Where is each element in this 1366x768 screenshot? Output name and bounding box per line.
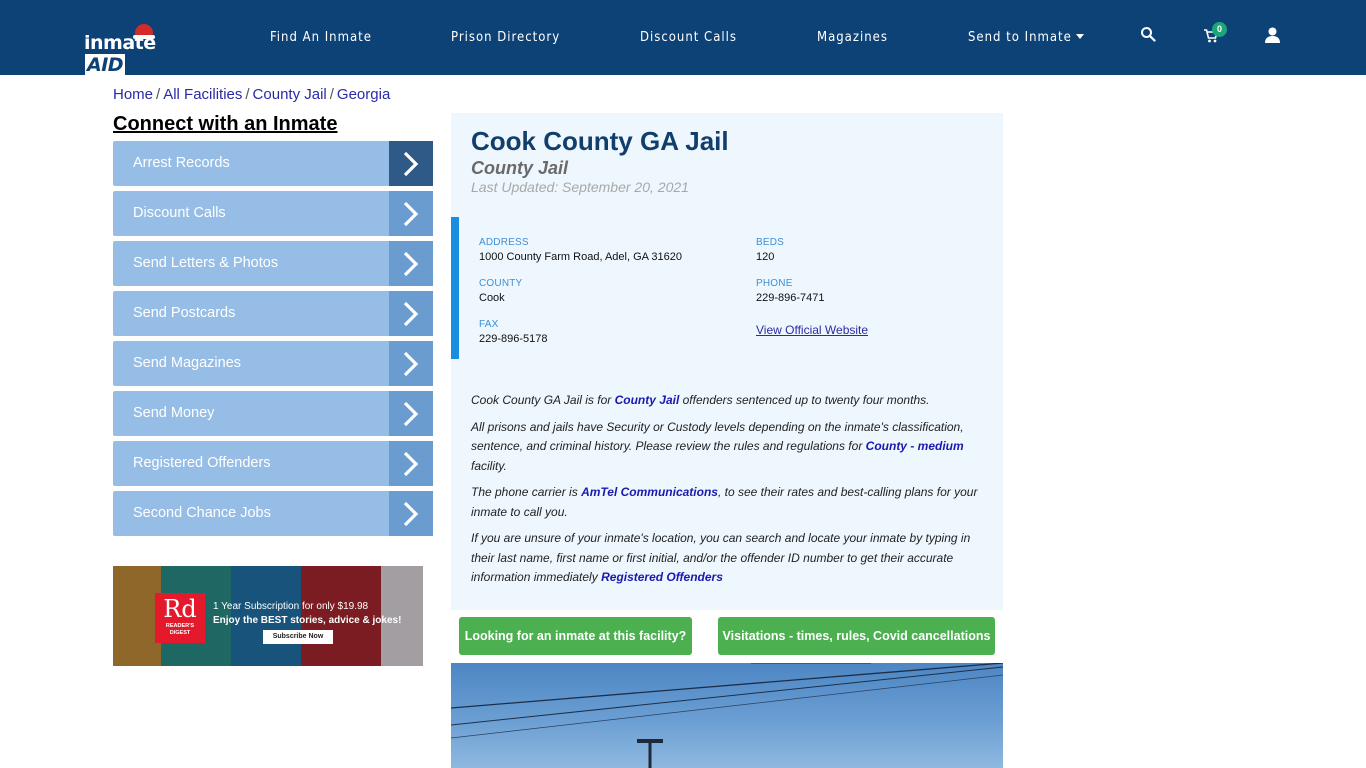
facility-description: Cook County GA Jail is for County Jail o… [471,391,981,595]
nav-discount-calls[interactable]: Discount Calls [640,30,737,45]
security-level-link[interactable]: County - medium [866,439,964,453]
readers-digest-ad[interactable]: Rd READER'S DIGEST 1 Year Subscription f… [113,566,423,666]
website-field: View Official Website [756,321,868,339]
view-official-website-link[interactable]: View Official Website [756,323,868,337]
fax-field: FAX 229-896-5178 [479,319,548,345]
facility-photo [451,663,1003,768]
sidebar-item-label: Second Chance Jobs [133,505,271,521]
phone-carrier-link[interactable]: AmTel Communications [581,485,718,499]
sidebar-item-send-magazines[interactable]: Send Magazines [113,341,433,386]
nav-send-to-inmate[interactable]: Send to Inmate [968,30,1084,45]
breadcrumb: Home / All Facilities / County Jail / Georgia [113,86,390,103]
info-accent-bar [451,217,459,359]
beds-field: BEDS 120 [756,237,784,263]
address-value: 1000 County Farm Road, Adel, GA 31620 [479,251,683,263]
readers-digest-logo: Rd READER'S DIGEST [155,593,205,643]
sidebar-item-label: Send Magazines [133,355,242,371]
sidebar-item-registered-offenders[interactable]: Registered Offenders [113,441,433,486]
text: facility. [471,458,507,473]
description-paragraph: The phone carrier is AmTel Communication… [471,483,981,522]
search-icon[interactable] [1140,26,1160,46]
chevron-right-icon [389,491,433,536]
nav-send-to-inmate-label: Send to Inmate [968,30,1072,45]
chevron-right-icon [389,441,433,486]
sidebar-item-label: Registered Offenders [133,455,271,471]
last-updated: Last Updated: September 20, 2021 [471,179,689,195]
chevron-right-icon [389,391,433,436]
sidebar-item-label: Discount Calls [133,205,226,221]
facility-card: Cook County GA Jail County Jail Last Upd… [451,113,1003,610]
phone-value: 229-896-7471 [756,292,825,304]
logo-brand-name: READER'S DIGEST [165,623,195,636]
breadcrumb-separator: / [245,86,250,103]
sidebar-item-arrest-records[interactable]: Arrest Records [113,141,433,186]
county-value: Cook [479,292,505,304]
phone-field: PHONE 229-896-7471 [756,278,825,304]
county-jail-link[interactable]: County Jail [615,393,680,407]
breadcrumb-separator: / [156,86,161,103]
sidebar-item-send-letters-photos[interactable]: Send Letters & Photos [113,241,433,286]
sidebar-item-discount-calls[interactable]: Discount Calls [113,191,433,236]
cart-count-badge: 0 [1212,22,1227,37]
sidebar-item-label: Arrest Records [133,155,230,171]
description-paragraph: All prisons and jails have Security or C… [471,418,981,477]
caret-down-icon [1075,34,1084,39]
sidebar-item-second-chance-jobs[interactable]: Second Chance Jobs [113,491,433,536]
breadcrumb-all-facilities[interactable]: All Facilities [163,86,242,103]
user-icon[interactable] [1265,27,1285,47]
county-field: COUNTY Cook [479,278,522,304]
beds-label: BEDS [756,237,785,248]
chevron-right-icon [389,141,433,186]
registered-offenders-link[interactable]: Registered Offenders [601,570,723,584]
sidebar-menu: Arrest Records Discount Calls Send Lette… [113,141,433,541]
nav-prison-directory[interactable]: Prison Directory [451,30,560,45]
text: offenders sentenced up to twenty four mo… [679,393,930,407]
breadcrumb-home[interactable]: Home [113,86,153,103]
text: The phone carrier is [471,485,582,499]
logo-text: inmate [84,32,156,54]
chevron-right-icon [389,291,433,336]
subscribe-now-button[interactable]: Subscribe Now [263,630,333,644]
nav-magazines[interactable]: Magazines [817,30,888,45]
visitations-button[interactable]: Visitations - times, rules, Covid cancel… [718,617,995,655]
ad-headline: 1 Year Subscription for only $19.98 [213,601,369,612]
county-label: COUNTY [479,278,523,289]
beds-value: 120 [756,251,775,263]
breadcrumb-georgia[interactable]: Georgia [337,86,390,103]
top-navbar: inmateAID Find An Inmate Prison Director… [0,0,1366,76]
sidebar-item-label: Send Postcards [133,305,236,321]
description-paragraph: If you are unsure of your inmate's locat… [471,529,981,588]
power-lines-graphic [451,663,1003,768]
inmateaid-logo[interactable]: inmateAID [84,22,184,76]
facility-name: Cook County GA Jail [471,126,729,156]
sidebar-title[interactable]: Connect with an Inmate [113,113,337,136]
address-label: ADDRESS [479,237,529,248]
breadcrumb-county-jail[interactable]: County Jail [253,86,327,103]
address-field: ADDRESS 1000 County Farm Road, Adel, GA … [479,237,682,263]
fax-label: FAX [479,319,499,330]
logo-accent: AID [85,54,126,76]
phone-label: PHONE [756,278,793,289]
nav-find-inmate[interactable]: Find An Inmate [270,30,372,45]
fax-value: 229-896-5178 [479,333,548,345]
sidebar-item-send-money[interactable]: Send Money [113,391,433,436]
logo-rd: Rd [163,595,197,623]
chevron-right-icon [389,341,433,386]
facility-type: County Jail [471,158,569,178]
sidebar-item-label: Send Letters & Photos [133,255,279,271]
description-paragraph: Cook County GA Jail is for County Jail o… [471,391,981,411]
find-inmate-at-facility-button[interactable]: Looking for an inmate at this facility? [459,617,692,655]
text: Cook County GA Jail is for [471,393,615,407]
sidebar-item-send-postcards[interactable]: Send Postcards [113,291,433,336]
chevron-right-icon [389,191,433,236]
ad-tagline: Enjoy the BEST stories, advice & jokes! [213,615,402,626]
chevron-right-icon [389,241,433,286]
breadcrumb-separator: / [329,86,334,103]
sidebar-item-label: Send Money [133,405,215,421]
